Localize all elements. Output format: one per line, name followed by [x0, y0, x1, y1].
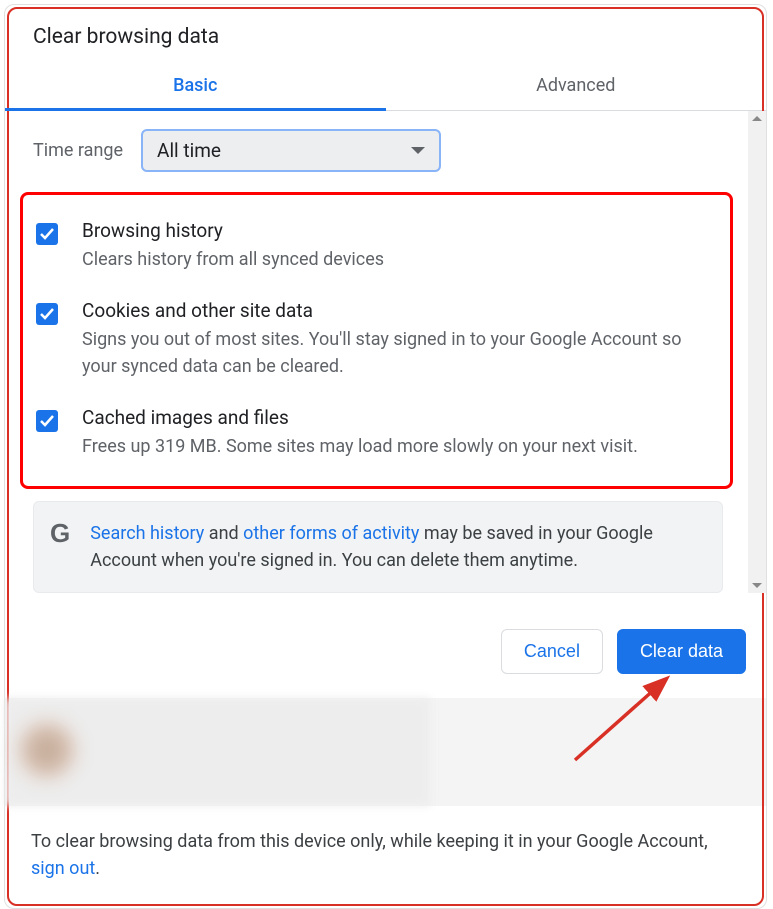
link-search-history[interactable]: Search history [90, 523, 204, 544]
check-icon [39, 226, 55, 242]
tab-advanced[interactable]: Advanced [386, 61, 767, 110]
google-icon: G [50, 520, 70, 546]
scrollbar[interactable] [748, 111, 766, 593]
check-title: Cookies and other site data [82, 299, 717, 322]
check-icon [39, 413, 55, 429]
check-icon [39, 306, 55, 322]
time-range-label: Time range [33, 140, 123, 161]
scroll-down-icon[interactable] [752, 583, 762, 588]
avatar [17, 720, 77, 780]
time-range-select[interactable]: All time [141, 129, 441, 172]
scroll-up-icon[interactable] [752, 116, 762, 121]
tab-basic[interactable]: Basic [5, 61, 386, 110]
link-other-activity[interactable]: other forms of activity [243, 523, 419, 544]
dialog-actions: Cancel Clear data [5, 593, 766, 698]
footer-text: To clear browsing data from this device … [5, 806, 766, 908]
clear-browsing-data-dialog: Clear browsing data Basic Advanced Time … [4, 4, 767, 909]
scrollable-area: Time range All time Browsing history Cle… [5, 111, 766, 593]
blurred-user-section [5, 698, 766, 806]
check-desc: Signs you out of most sites. You'll stay… [82, 326, 717, 380]
annotation-highlight-box: Browsing history Clears history from all… [20, 192, 733, 489]
tab-bar: Basic Advanced [5, 61, 766, 111]
info-text: Search history and other forms of activi… [90, 520, 706, 574]
cancel-button[interactable]: Cancel [501, 629, 603, 674]
link-sign-out[interactable]: sign out [31, 858, 95, 879]
check-title: Browsing history [82, 219, 384, 242]
google-account-info: G Search history and other forms of acti… [33, 501, 723, 593]
check-desc: Clears history from all synced devices [82, 246, 384, 273]
dialog-title: Clear browsing data [5, 5, 766, 61]
time-range-value: All time [157, 139, 221, 162]
checkbox-browsing-history[interactable] [36, 223, 58, 245]
checkbox-cookies[interactable] [36, 303, 58, 325]
checkbox-cached[interactable] [36, 410, 58, 432]
check-desc: Frees up 319 MB. Some sites may load mor… [82, 433, 638, 460]
chevron-down-icon [411, 147, 425, 154]
list-item: Cached images and files Frees up 319 MB.… [36, 396, 717, 460]
clear-data-button[interactable]: Clear data [617, 629, 746, 674]
list-item: Browsing history Clears history from all… [36, 209, 717, 289]
list-item: Cookies and other site data Signs you ou… [36, 289, 717, 396]
check-title: Cached images and files [82, 406, 638, 429]
